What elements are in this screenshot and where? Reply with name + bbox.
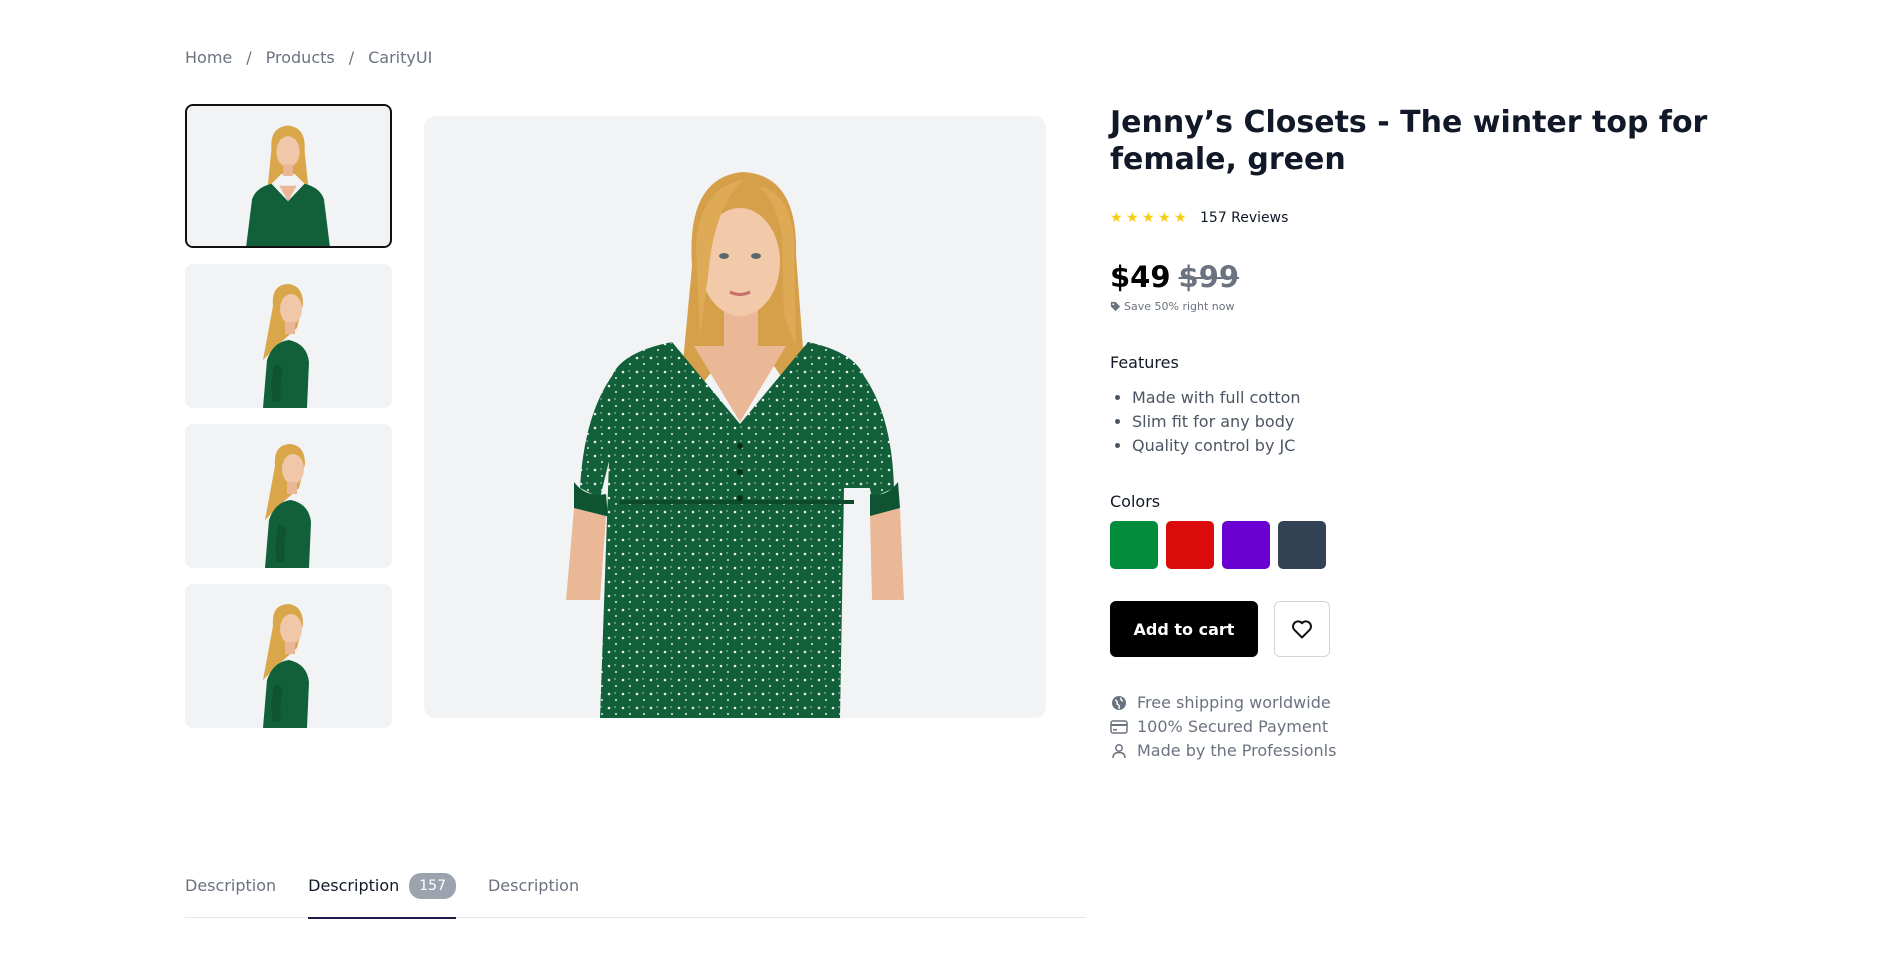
rating-row: ★ ★ ★ ★ ★ 157 Reviews [1110, 210, 1750, 226]
perk-item: 100% Secured Payment [1110, 715, 1750, 739]
tab-details[interactable]: Description [488, 872, 579, 918]
wishlist-button[interactable] [1274, 601, 1330, 657]
model-back-image [185, 584, 392, 728]
breadcrumb-home-link[interactable]: Home [185, 48, 232, 67]
color-swatch-red[interactable] [1166, 521, 1214, 569]
feature-item: Slim fit for any body [1132, 410, 1750, 434]
add-to-cart-button[interactable]: Add to cart [1110, 601, 1258, 657]
star-icon: ★ [1158, 210, 1171, 226]
perk-label: Made by the Professionls [1137, 741, 1337, 760]
current-price: $49 [1110, 260, 1171, 294]
color-swatch-purple[interactable] [1222, 521, 1270, 569]
heart-icon [1292, 620, 1312, 639]
color-swatch-slate[interactable] [1278, 521, 1326, 569]
thumbnail-list [185, 104, 392, 744]
reviews-link[interactable]: 157 Reviews [1200, 210, 1288, 226]
perk-item: Made by the Professionls [1110, 739, 1750, 763]
model-side-alt-image [185, 424, 392, 568]
thumbnail-side-alt[interactable] [185, 424, 392, 568]
feature-item: Made with full cotton [1132, 386, 1750, 410]
globe-icon [1110, 694, 1128, 712]
feature-item: Quality control by JC [1132, 434, 1750, 458]
rating-stars: ★ ★ ★ ★ ★ [1110, 211, 1188, 225]
model-front-image [187, 106, 390, 246]
tab-label: Description [487, 876, 580, 895]
perk-item: Free shipping worldwide [1110, 691, 1750, 715]
user-icon [1110, 742, 1128, 760]
colors-title: Colors [1110, 492, 1161, 511]
old-price: $99 [1178, 260, 1240, 294]
model-side-image [185, 264, 392, 408]
tab-label: Description [185, 876, 277, 895]
perks-list: Free shipping worldwide 100% Secured Pay… [1110, 691, 1750, 763]
product-info: Jenny’s Closets - The winter top for fem… [1110, 104, 1750, 763]
perk-label: Free shipping worldwide [1137, 693, 1331, 712]
product-tabs: Description Description 157 Description [185, 872, 1086, 919]
color-swatch-green[interactable] [1110, 521, 1158, 569]
star-icon: ★ [1110, 210, 1123, 226]
breadcrumb-separator: / [246, 48, 252, 67]
breadcrumb: Home / Products / CarityUI [185, 48, 432, 67]
save-note: Save 50% right now [1110, 300, 1750, 313]
product-title: Jenny’s Closets - The winter top for fem… [1110, 105, 1708, 177]
thumbnail-front[interactable] [185, 104, 392, 248]
credit-card-icon [1110, 718, 1128, 736]
thumbnail-back[interactable] [185, 584, 392, 728]
star-icon: ★ [1126, 210, 1139, 226]
tab-description[interactable]: Description [185, 872, 276, 918]
breadcrumb-current-link[interactable]: CarityUI [368, 48, 432, 67]
breadcrumb-separator: / [348, 48, 355, 67]
main-product-image [424, 116, 1046, 718]
features-title: Features [1110, 353, 1179, 372]
model-main-image [424, 116, 1046, 718]
tab-label: Description [308, 876, 400, 895]
color-swatches [1110, 521, 1750, 569]
perk-label: 100% Secured Payment [1137, 717, 1329, 736]
star-icon: ★ [1142, 210, 1155, 226]
purchase-actions: Add to cart [1110, 601, 1750, 657]
star-icon: ★ [1174, 210, 1187, 226]
tab-count-badge: 157 [409, 873, 456, 899]
thumbnail-side[interactable] [185, 264, 392, 408]
price-row: $49 $99 [1110, 260, 1750, 294]
tab-reviews[interactable]: Description 157 [308, 872, 456, 919]
features-list: Made with full cotton Slim fit for any b… [1110, 386, 1750, 458]
save-text: Save 50% right now [1124, 300, 1235, 313]
breadcrumb-products-link[interactable]: Products [266, 48, 335, 67]
tag-icon [1110, 301, 1121, 312]
